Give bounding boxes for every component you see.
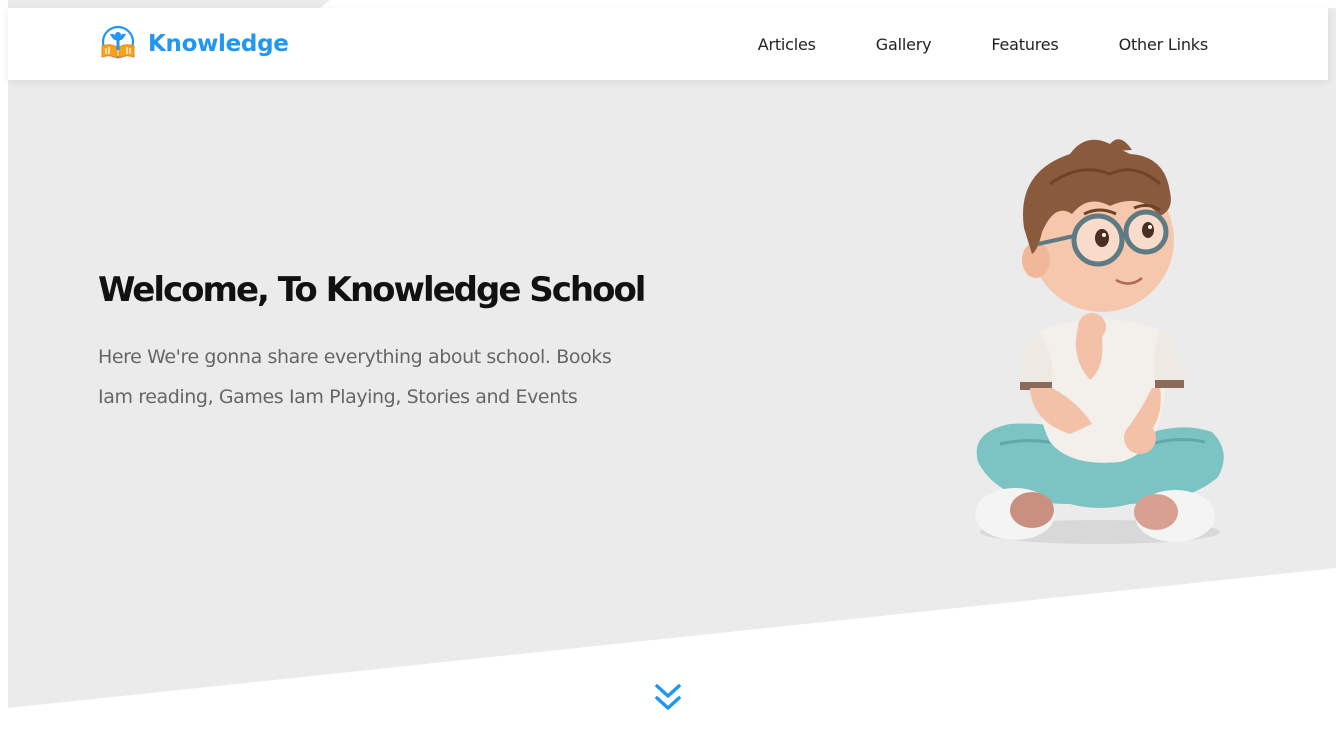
nav-item-features[interactable]: Features <box>991 35 1058 54</box>
brand-logo-link[interactable]: Knowledge <box>98 25 289 62</box>
hero-title: Welcome, To Knowledge School <box>98 270 646 310</box>
brand-name: Knowledge <box>148 31 289 57</box>
nav-item-articles[interactable]: Articles <box>758 35 816 54</box>
top-navbar: Knowledge Articles Gallery Features Othe… <box>8 8 1328 80</box>
double-chevron-down-icon <box>655 684 681 710</box>
boy-illustration <box>975 139 1224 544</box>
scroll-down-button[interactable] <box>652 682 684 714</box>
main-nav: Articles Gallery Features Other Links <box>758 8 1208 80</box>
page: Knowledge Articles Gallery Features Othe… <box>0 0 1336 740</box>
book-reader-icon <box>98 25 138 62</box>
hero-description: Here We're gonna share everything about … <box>98 346 612 408</box>
nav-item-gallery[interactable]: Gallery <box>876 35 932 54</box>
nav-item-other-links[interactable]: Other Links <box>1119 35 1209 54</box>
